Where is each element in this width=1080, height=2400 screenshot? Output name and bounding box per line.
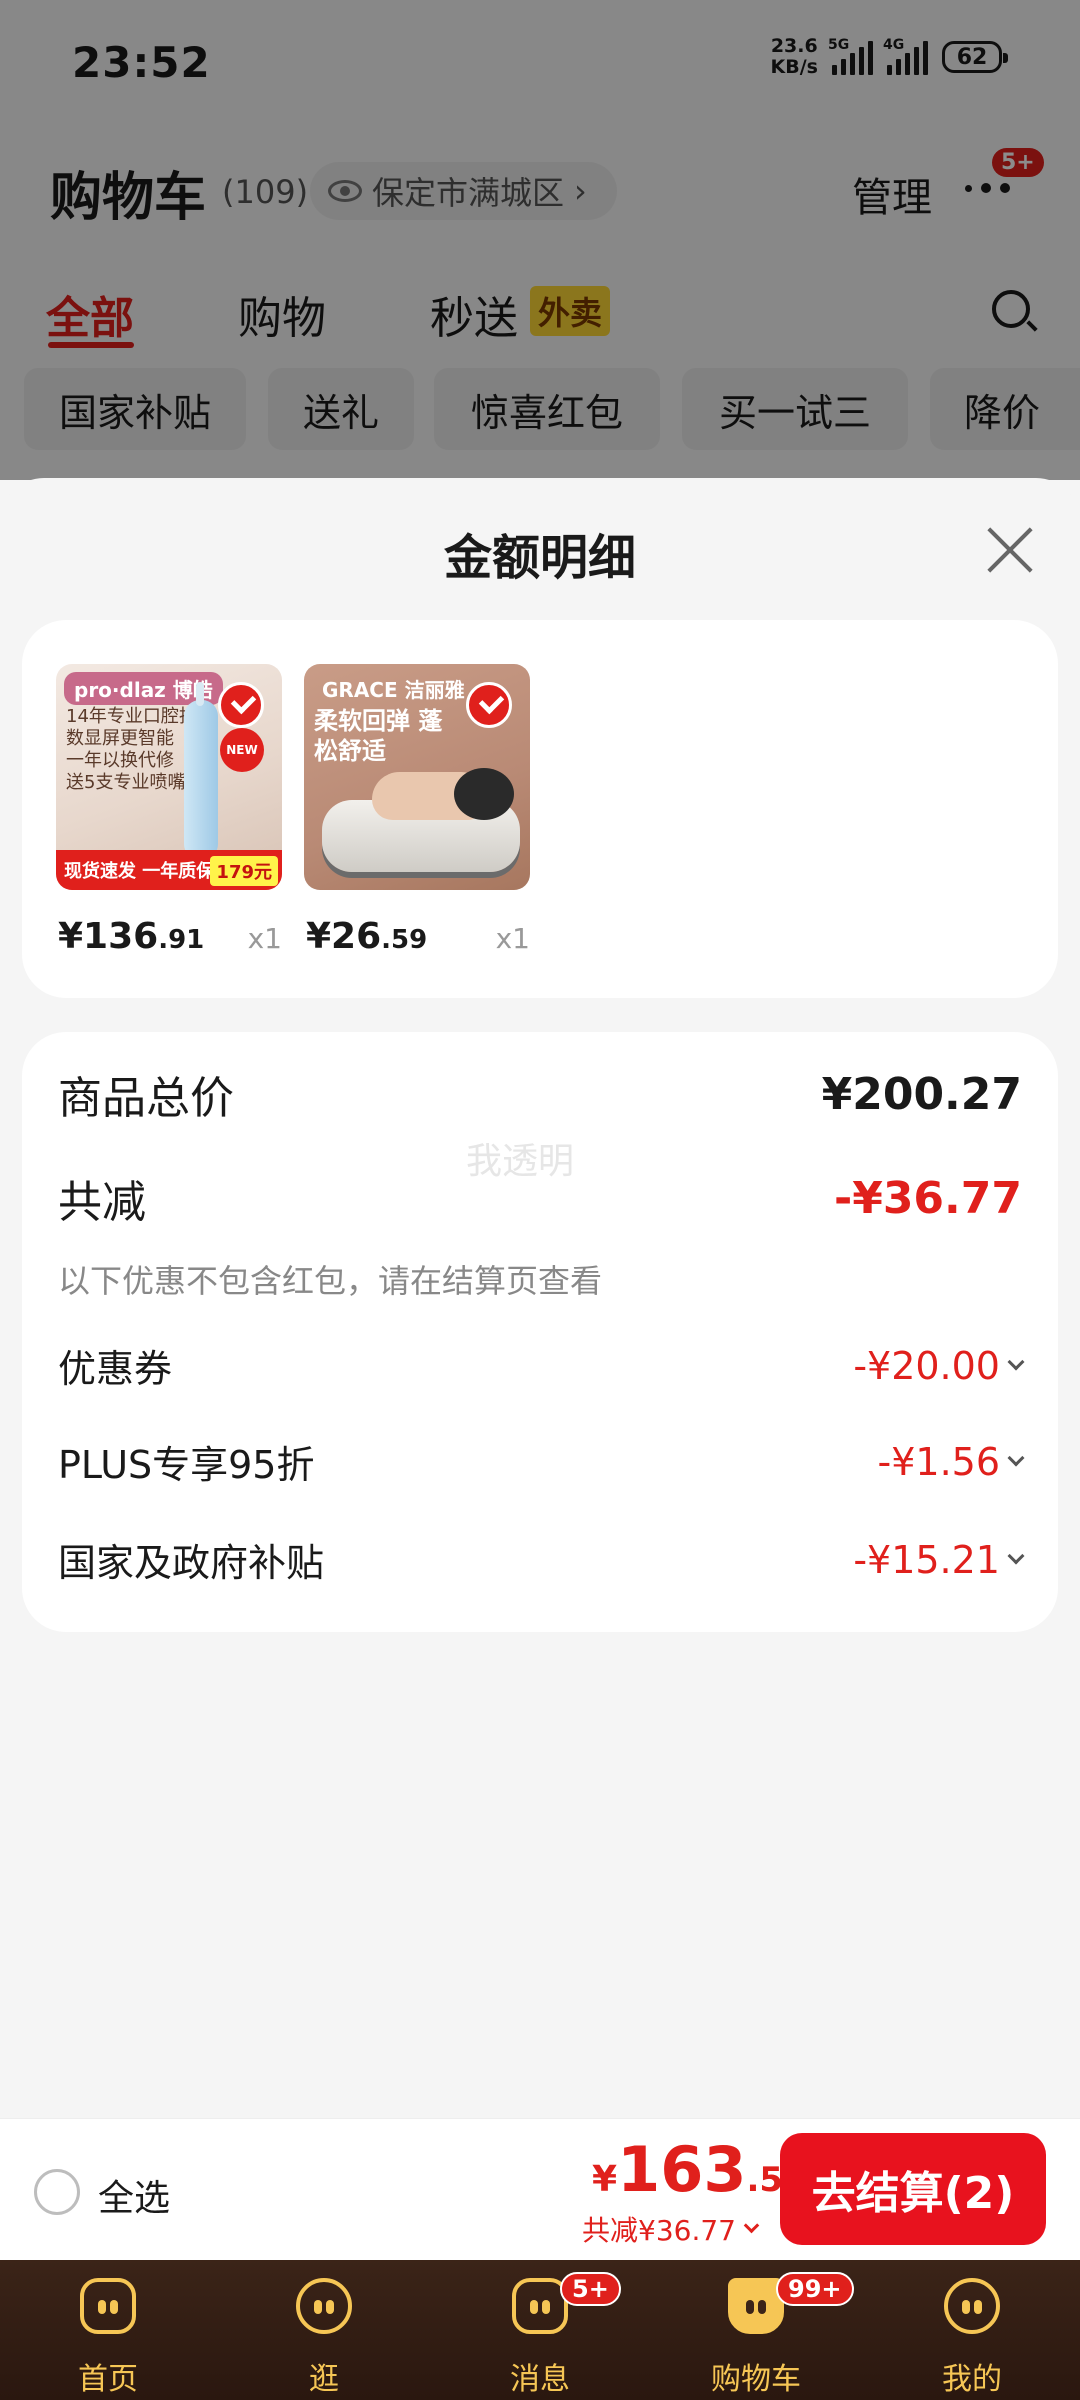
discount-label: 优惠券 [58,1347,173,1391]
nav-profile[interactable]: 我的 [864,2260,1080,2400]
product-item[interactable]: GRACE 洁丽雅 柔软回弹 蓬松舒适 ¥26.59 x1 [304,664,530,964]
cart-page-background: 23:52 23.6 KB/s 5G 4G 62 购物车 (109) 保定市满城… [0,0,1080,480]
checked-icon[interactable] [218,682,264,728]
checkout-button[interactable]: 去结算(2) [780,2133,1046,2245]
nav-messages[interactable]: 5+ 消息 [432,2260,648,2400]
total-reduction-row: 共减 -¥36.77 [58,1166,1022,1230]
chevron-down-icon [1007,1353,1025,1370]
checked-icon[interactable] [466,682,512,728]
close-icon[interactable] [982,522,1038,578]
chevron-down-icon [1007,1449,1025,1466]
nav-label: 首页 [78,2362,138,2397]
product-price: ¥26.59 [306,916,428,957]
nav-badge: 99+ [776,2272,854,2306]
profile-icon [944,2278,1000,2334]
product-item[interactable]: pro·dlaz 博皓 14年专业口腔护理 数显屏更智能 一年以换代修 送5支专… [56,664,282,964]
chevron-down-icon [743,2217,760,2233]
nav-badge: 5+ [560,2272,621,2306]
nav-label: 我的 [942,2362,1002,2397]
discount-row-subsidy[interactable]: 国家及政府补贴 -¥15.21 [58,1532,1025,1587]
product-price: ¥136.91 [58,916,205,957]
product-promo-text: 柔软回弹 蓬松舒适 [314,707,443,765]
dim-overlay[interactable] [0,0,1080,480]
nav-home[interactable]: 首页 [0,2260,216,2400]
checkout-saved[interactable]: 共减¥36.77 [582,2209,760,2249]
goods-total-row: 商品总价 ¥200.27 [58,1062,1022,1126]
discount-value: -¥20.00 [853,1344,1025,1388]
product-brand: GRACE 洁丽雅 [322,678,465,702]
sheet-title: 金额明细 [443,530,636,586]
bottom-nav: 首页 逛 5+ 消息 99+ 购物车 我的 [0,2260,1080,2400]
select-all-checkbox[interactable] [34,2169,80,2215]
product-quantity: x1 [247,922,282,955]
discount-row-plus[interactable]: PLUS专享95折 -¥1.56 [58,1434,1025,1489]
new-badge: NEW [220,728,264,772]
nav-browse[interactable]: 逛 [216,2260,432,2400]
hair-illustration [454,768,514,820]
product-image-water-flosser: pro·dlaz 博皓 14年专业口腔护理 数显屏更智能 一年以换代修 送5支专… [56,664,282,890]
browse-icon [296,2278,352,2334]
checkout-bar: 全选 ¥163.50 共减¥36.77 去结算(2) [0,2118,1080,2260]
amount-detail-sheet: 金额明细 pro·dlaz 博皓 14年专业口腔护理 数显屏更智能 一年以换代修… [0,478,1080,2118]
reduction-note: 以下优惠不包含红包，请在结算页查看 [58,1262,603,1300]
price-detail-card: 我透明 商品总价 ¥200.27 共减 -¥36.77 以下优惠不包含红包，请在… [22,1032,1058,1632]
select-all-label[interactable]: 全选 [98,2169,170,2221]
total-reduction-label: 共减 [58,1177,146,1228]
water-flosser-illustration [184,682,218,860]
total-reduction-value: -¥36.77 [833,1172,1022,1224]
goods-total-label: 商品总价 [58,1073,234,1124]
home-icon [80,2278,136,2334]
product-banner-price: 179元 [210,856,278,886]
nav-label: 消息 [510,2362,570,2397]
discount-label: PLUS专享95折 [58,1443,315,1487]
goods-total-value: ¥200.27 [821,1068,1022,1120]
chevron-down-icon [1007,1547,1025,1564]
discount-value: -¥15.21 [853,1538,1025,1582]
nav-label: 购物车 [711,2362,801,2397]
product-quantity: x1 [495,922,530,955]
nav-cart[interactable]: 99+ 购物车 [648,2260,864,2400]
checkout-total: ¥163.50 [592,2133,807,2206]
product-image-pillow: GRACE 洁丽雅 柔软回弹 蓬松舒适 [304,664,530,890]
discount-row-coupon[interactable]: 优惠券 -¥20.00 [58,1338,1025,1393]
discount-value: -¥1.56 [878,1440,1025,1484]
discount-label: 国家及政府补贴 [58,1541,325,1585]
nav-label: 逛 [309,2362,339,2397]
products-card: pro·dlaz 博皓 14年专业口腔护理 数显屏更智能 一年以换代修 送5支专… [22,620,1058,998]
